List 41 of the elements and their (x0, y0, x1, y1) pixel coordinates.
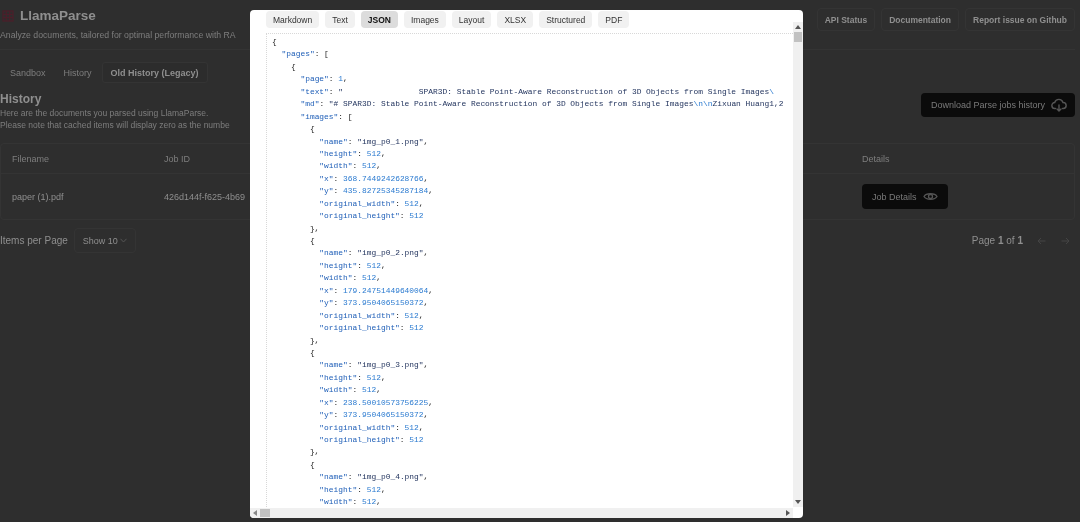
page-indicator: Page 1 of 1 (971, 235, 1023, 246)
scroll-down-icon (795, 500, 801, 504)
tab[interactable]: Old History (Legacy) (101, 62, 208, 83)
table-cell: 426d144f-f625-4b69 (164, 191, 246, 202)
grid-logo-icon (2, 9, 14, 22)
scroll-right-icon (786, 510, 790, 516)
scrollbar-thumb[interactable] (794, 32, 802, 42)
items-per-page-label: Items per Page (0, 235, 68, 246)
description-text: Please note that cached items will display zero as the numbe (0, 120, 230, 130)
tab[interactable]: Layout (451, 11, 492, 28)
section-heading: History (0, 92, 43, 106)
app-subtitle: Analyze documents, tailored for optimal performance with RA (0, 30, 236, 40)
tab[interactable]: XLSX (497, 11, 534, 28)
tab[interactable]: History (55, 62, 100, 83)
horizontal-scrollbar[interactable] (250, 508, 793, 518)
description-text: Here are the documents you parsed using LlamaParse. (0, 108, 210, 118)
tab[interactable]: PDF (598, 11, 630, 28)
eye-icon (922, 191, 938, 202)
scroll-up-icon (795, 25, 801, 29)
tab[interactable]: JSON (360, 11, 398, 28)
tab[interactable]: Markdown (266, 11, 320, 28)
cloud-download-icon (1051, 98, 1067, 112)
column-header: Filename (11, 153, 50, 164)
tab[interactable]: Structured (539, 11, 593, 28)
app-title: LlamaParse (20, 8, 96, 23)
scrollbar-thumb[interactable] (260, 509, 270, 517)
tab[interactable]: Sandbox (2, 62, 54, 83)
table-cell-text: paper (1).pdf (11, 191, 65, 202)
column-header: Details (862, 153, 891, 164)
header-button[interactable]: API Status (816, 8, 876, 31)
tab[interactable]: Text (325, 11, 355, 28)
download-button[interactable]: Download Parse jobs history (920, 93, 1075, 117)
vertical-scrollbar[interactable] (793, 22, 803, 507)
page-size-dropdown[interactable]: Show 10 (73, 228, 136, 253)
header-button[interactable]: Documentation (881, 8, 959, 31)
header-button[interactable]: Report issue on Github (965, 8, 1075, 31)
scroll-left-icon (253, 510, 257, 516)
tab[interactable]: Images (403, 11, 446, 28)
chevron-down-icon (119, 238, 127, 243)
column-header: Job ID (164, 153, 190, 164)
job-details-button[interactable]: Job Details (862, 184, 948, 209)
